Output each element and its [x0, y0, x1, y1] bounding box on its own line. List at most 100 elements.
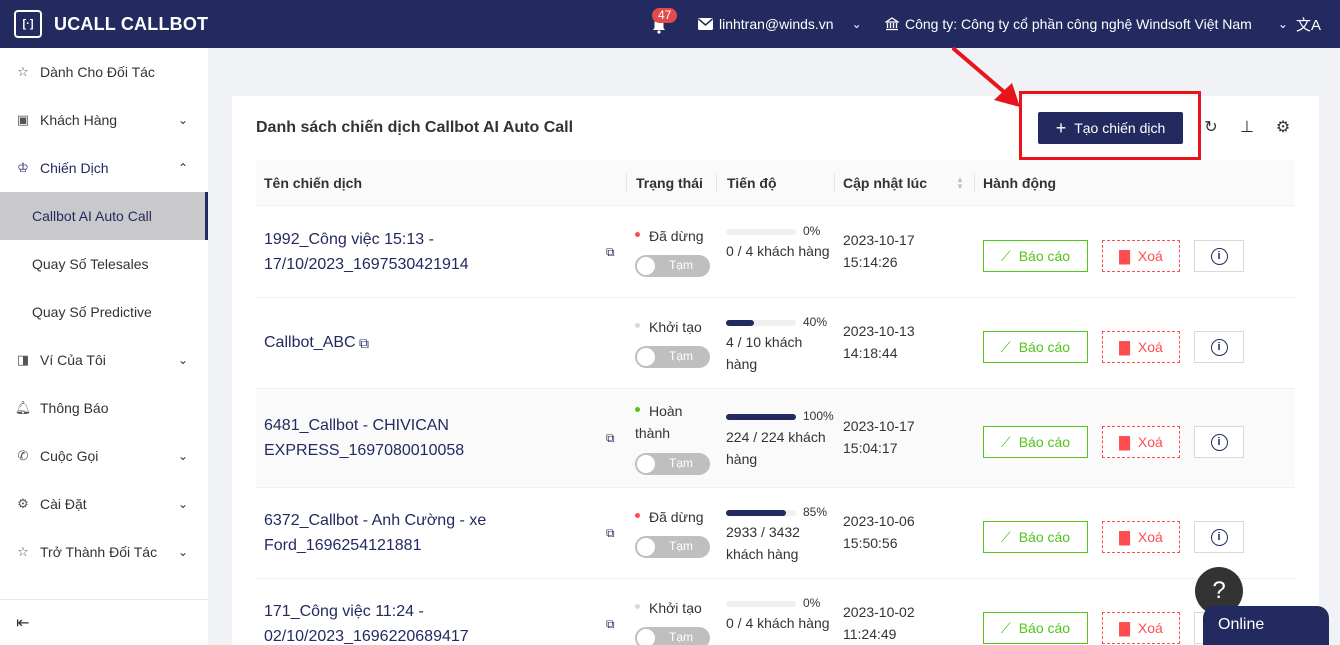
progress-bar	[726, 229, 796, 235]
updated-time: 15:14:26	[843, 254, 898, 270]
company-name: Công ty: Công ty cổ phần công nghệ Winds…	[905, 16, 1252, 32]
external-link-icon[interactable]: ⧉	[606, 431, 615, 446]
toggle-label: Tạm	[669, 539, 693, 553]
app-logo[interactable]: [·] UCALL CALLBOT	[14, 0, 208, 48]
external-link-icon[interactable]: ⧉	[606, 245, 615, 260]
chart-line-icon: ⟋	[1000, 433, 1011, 450]
status-dot	[635, 512, 640, 518]
progress-text: 224 / 224 khách hàng	[726, 429, 826, 467]
chart-line-icon: ⟋	[1000, 528, 1011, 545]
sidebar-item-settings[interactable]: ⚙ Cài Đặt ⌄	[0, 480, 208, 528]
report-button[interactable]: ⟋ Báo cáo	[983, 240, 1088, 272]
chevron-down-icon: ⌄	[178, 545, 189, 559]
online-chat-widget[interactable]: Online	[1203, 606, 1329, 645]
pause-toggle[interactable]: Tạm	[635, 536, 710, 558]
report-button[interactable]: ⟋ Báo cáo	[983, 612, 1088, 644]
campaign-name-link[interactable]: 1992_Công việc 15:13 - 17/10/2023_169753…	[264, 227, 594, 277]
wallet-icon: ◨	[16, 352, 30, 367]
chevron-down-icon: ⌄	[178, 497, 189, 511]
pause-toggle[interactable]: Tạm	[635, 346, 710, 368]
updated-date: 2023-10-13	[843, 323, 915, 339]
collapse-menu-icon[interactable]: ⇤	[16, 613, 29, 633]
report-button[interactable]: ⟋ Báo cáo	[983, 426, 1088, 458]
sidebar-item-predictive[interactable]: Quay Số Predictive	[0, 288, 208, 336]
chevron-down-icon: ⌄	[851, 17, 862, 31]
external-link-icon[interactable]: ⧉	[606, 526, 615, 541]
notification-count-badge: 47	[652, 8, 678, 23]
info-button[interactable]: i	[1194, 240, 1244, 272]
settings-icon[interactable]: ⚙	[1274, 118, 1292, 136]
status-dot	[635, 322, 640, 328]
delete-button[interactable]: ▇ Xoá	[1102, 612, 1180, 644]
toggle-label: Tạm	[669, 456, 693, 470]
sidebar-item-label: Cài Đặt	[40, 496, 87, 512]
sidebar-item-wallet[interactable]: ◨ Ví Của Tôi ⌄	[0, 336, 208, 384]
company-selector[interactable]: Công ty: Công ty cổ phần công nghệ Winds…	[885, 0, 1288, 48]
delete-button[interactable]: ▇ Xoá	[1102, 331, 1180, 363]
pause-toggle[interactable]: Tạm	[635, 453, 710, 475]
sidebar-item-label: Ví Của Tôi	[40, 352, 106, 368]
sort-icon[interactable]: ▲ ▼	[956, 176, 964, 191]
progress-text: 0 / 4 khách hàng	[726, 243, 830, 259]
translate-icon[interactable]: 文A	[1296, 0, 1321, 48]
updated-date: 2023-10-06	[843, 513, 915, 529]
sidebar-item-callbot-auto-call[interactable]: Callbot AI Auto Call	[0, 192, 208, 240]
page-title: Danh sách chiến dịch Callbot AI Auto Cal…	[256, 119, 574, 136]
sidebar-item-telesales[interactable]: Quay Số Telesales	[0, 240, 208, 288]
sidebar-divider	[0, 599, 208, 600]
delete-button[interactable]: ▇ Xoá	[1102, 521, 1180, 553]
report-button[interactable]: ⟋ Báo cáo	[983, 331, 1088, 363]
create-campaign-button[interactable]: + Tạo chiến dịch	[1038, 112, 1183, 144]
info-button[interactable]: i	[1194, 331, 1244, 363]
campaign-name-link[interactable]: 6481_Callbot - CHIVICAN EXPRESS_16970800…	[264, 413, 594, 463]
progress-bar	[726, 320, 796, 326]
sidebar-item-partner[interactable]: ☆ Dành Cho Đối Tác	[0, 48, 208, 96]
report-button[interactable]: ⟋ Báo cáo	[983, 521, 1088, 553]
external-link-icon[interactable]: ⧉	[606, 617, 615, 632]
contact-icon: ▣	[16, 112, 30, 127]
column-divider	[626, 174, 627, 192]
app-title: UCALL CALLBOT	[54, 13, 209, 34]
sidebar-item-label: Cuộc Gọi	[40, 448, 99, 464]
refresh-icon[interactable]: ↻	[1202, 118, 1220, 136]
progress-bar	[726, 601, 796, 607]
column-divider	[716, 174, 717, 192]
campaign-name-link[interactable]: Callbot_ABC	[264, 330, 356, 355]
sidebar-item-customers[interactable]: ▣ Khách Hàng ⌄	[0, 96, 208, 144]
info-button[interactable]: i	[1194, 426, 1244, 458]
trash-icon: ▇	[1119, 619, 1130, 636]
info-button[interactable]: i	[1194, 521, 1244, 553]
user-email-menu[interactable]: linhtran@winds.vn ⌄	[698, 0, 862, 48]
table-row: 171_Công việc 11:24 - 02/10/2023_1696220…	[256, 579, 1295, 645]
help-icon: ?	[1212, 577, 1226, 604]
info-icon: i	[1210, 528, 1228, 546]
updated-time: 11:24:49	[843, 626, 897, 642]
table-row: 6372_Callbot - Anh Cường - xe Ford_16962…	[256, 488, 1295, 579]
sidebar-item-campaigns[interactable]: ♔ Chiến Dịch ⌃	[0, 144, 208, 192]
toggle-label: Tạm	[669, 349, 693, 363]
sidebar-item-become-partner[interactable]: ☆ Trở Thành Đối Tác ⌄	[0, 528, 208, 576]
column-divider	[834, 174, 835, 192]
toggle-label: Tạm	[669, 258, 693, 272]
sidebar-item-notifications[interactable]: 🔔︎ Thông Báo	[0, 384, 208, 432]
gear-icon: ⚙	[17, 496, 29, 511]
sidebar-item-label: Chiến Dịch	[40, 160, 109, 176]
ucall-logo-icon: [·]	[14, 10, 42, 38]
external-link-icon[interactable]: ⧉	[359, 335, 369, 352]
campaign-name-link[interactable]: 171_Công việc 11:24 - 02/10/2023_1696220…	[264, 599, 514, 645]
pause-toggle[interactable]: Tạm	[635, 255, 710, 277]
delete-button[interactable]: ▇ Xoá	[1102, 426, 1180, 458]
delete-button[interactable]: ▇ Xoá	[1102, 240, 1180, 272]
sidebar-item-label: Quay Số Telesales	[32, 256, 149, 272]
progress-bar	[726, 414, 796, 420]
campaign-name-link[interactable]: 6372_Callbot - Anh Cường - xe Ford_16962…	[264, 508, 504, 558]
column-height-icon[interactable]: ⊥	[1238, 118, 1256, 136]
updated-date: 2023-10-02	[843, 604, 915, 620]
updated-date: 2023-10-17	[843, 232, 915, 248]
pause-toggle[interactable]: Tạm	[635, 627, 710, 645]
column-header-updated[interactable]: Cập nhật lúc	[843, 160, 927, 206]
status-label: Đã dừng	[635, 225, 704, 247]
info-icon: i	[1210, 433, 1228, 451]
progress-percent: 85%	[803, 505, 828, 519]
sidebar-item-calls[interactable]: ✆ Cuộc Gọi ⌄	[0, 432, 208, 480]
